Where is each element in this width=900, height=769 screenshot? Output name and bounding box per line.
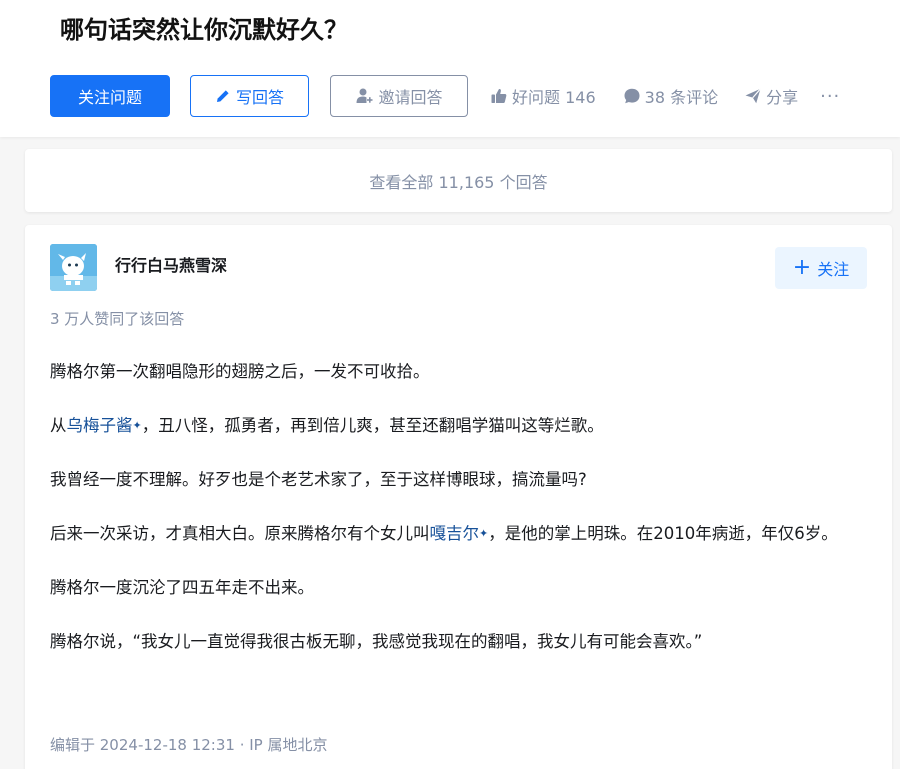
more-button[interactable]: ··· — [820, 86, 840, 107]
question-header: 哪句话突然让你沉默好久？ 关注问题 写回答 邀请回答 好问题 146 38 条评… — [0, 0, 900, 137]
paragraph-text: ，是他的掌上明珠。在2010年病逝，年仅6岁。 — [488, 524, 838, 543]
topic-link[interactable]: 乌梅子酱 — [67, 416, 133, 435]
paragraph-text: ，丑八怪，孤勇者，再到倍儿爽，甚至还翻唱学猫叫这等烂歌。 — [141, 416, 604, 435]
follow-question-label: 关注问题 — [77, 88, 142, 107]
paragraph: 我曾经一度不理解。好歹也是个老艺术家了，至于这样博眼球，搞流量吗? — [50, 470, 587, 489]
avatar-image — [50, 244, 97, 291]
good-question-label: 好问题 146 — [512, 88, 596, 107]
comments-button[interactable]: 38 条评论 — [623, 84, 718, 108]
view-all-answers-label: 查看全部 11,165 个回答 — [369, 172, 548, 192]
pencil-icon — [216, 90, 229, 102]
view-all-answers-button[interactable]: 查看全部 11,165 个回答 — [25, 149, 892, 212]
avatar[interactable] — [50, 244, 97, 291]
author-name[interactable]: 行行白马燕雪深 — [115, 254, 227, 278]
answer-card: 行行白马燕雪深 + 关注 3 万人赞同了该回答 腾格尔第一次翻唱隐形的翅膀之后，… — [25, 225, 892, 769]
good-question-button[interactable]: 好问题 146 — [490, 84, 596, 108]
topic-link[interactable]: 嘎吉尔 — [430, 524, 480, 543]
paragraph-text: 从 — [50, 416, 67, 435]
question-actions: 关注问题 写回答 邀请回答 好问题 146 38 条评论 分享 ··· — [50, 75, 840, 117]
paragraph: 腾格尔第一次翻唱隐形的翅膀之后，一发不可收拾。 — [50, 362, 430, 381]
question-title: 哪句话突然让你沉默好久？ — [60, 16, 348, 44]
paragraph: 从乌梅子酱✦，丑八怪，孤勇者，再到倍儿爽，甚至还翻唱学猫叫这等烂歌。 — [50, 412, 870, 440]
follow-question-button[interactable]: 关注问题 — [50, 75, 170, 117]
answer-content: 腾格尔第一次翻唱隐形的翅膀之后，一发不可收拾。 从乌梅子酱✦，丑八怪，孤勇者，再… — [50, 358, 870, 682]
paragraph-text: 后来一次采访，才真相大白。原来腾格尔有个女儿叫 — [50, 524, 430, 543]
paper-plane-icon — [745, 88, 762, 104]
follow-author-label: 关注 — [817, 260, 850, 279]
invite-answer-label: 邀请回答 — [378, 88, 443, 107]
sparkle-icon: ✦ — [132, 419, 142, 432]
follow-author-button[interactable]: + 关注 — [775, 247, 867, 289]
person-add-icon — [356, 88, 373, 103]
share-label: 分享 — [766, 88, 799, 107]
write-answer-label: 写回答 — [235, 88, 284, 107]
voters-count: 3 万人赞同了该回答 — [50, 310, 185, 328]
thumbs-up-icon — [491, 88, 507, 103]
share-button[interactable]: 分享 — [744, 84, 798, 108]
invite-answer-button[interactable]: 邀请回答 — [330, 75, 468, 117]
paragraph: 腾格尔一度沉沦了四五年走不出来。 — [50, 578, 314, 597]
edited-time[interactable]: 编辑于 2024-12-18 12:31 · IP 属地北京 — [50, 733, 327, 757]
more-label: ··· — [820, 85, 841, 107]
comment-bubble-icon — [624, 88, 640, 104]
paragraph: 腾格尔说，“我女儿一直觉得我很古板无聊，我感觉我现在的翻唱，我女儿有可能会喜欢。… — [50, 632, 703, 651]
comments-label: 38 条评论 — [644, 88, 719, 107]
sparkle-icon: ✦ — [479, 527, 489, 540]
paragraph: 后来一次采访，才真相大白。原来腾格尔有个女儿叫嘎吉尔✦，是他的掌上明珠。在201… — [50, 520, 870, 548]
write-answer-button[interactable]: 写回答 — [190, 75, 309, 117]
plus-icon: + — [792, 255, 812, 280]
